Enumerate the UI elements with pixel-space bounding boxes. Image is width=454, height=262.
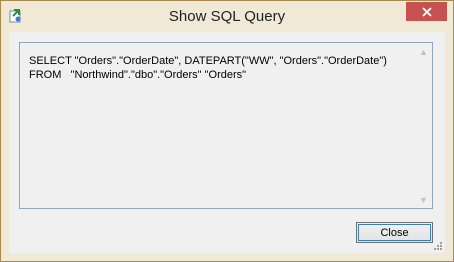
close-button-label: Close — [380, 226, 409, 239]
vertical-scrollbar[interactable]: ▲ ▼ — [415, 43, 432, 208]
chevron-down-icon: ▼ — [419, 194, 428, 205]
sql-line-from: FROM "Northwind"."dbo"."Orders" "Orders" — [29, 69, 247, 81]
window-close-button[interactable] — [406, 2, 447, 21]
chevron-up-icon: ▲ — [419, 46, 428, 57]
dialog-body: SELECT "Orders"."OrderDate", DATEPART("W… — [9, 32, 445, 253]
resize-grip-icon[interactable] — [433, 241, 443, 251]
sql-line-select: SELECT "Orders"."OrderDate", DATEPART("W… — [29, 55, 387, 67]
sql-query-textbox[interactable]: SELECT "Orders"."OrderDate", DATEPART("W… — [19, 42, 433, 209]
sql-query-text: SELECT "Orders"."OrderDate", DATEPART("W… — [29, 54, 387, 82]
close-icon — [421, 6, 432, 17]
window-title: Show SQL Query — [168, 8, 286, 25]
close-button[interactable]: Close — [356, 222, 433, 243]
scroll-down-button[interactable]: ▼ — [415, 191, 432, 208]
dialog-window: Show SQL Query SELECT "Orders"."OrderDat… — [0, 0, 454, 262]
title-bar[interactable]: Show SQL Query — [1, 1, 453, 32]
scroll-up-button[interactable]: ▲ — [415, 43, 432, 60]
